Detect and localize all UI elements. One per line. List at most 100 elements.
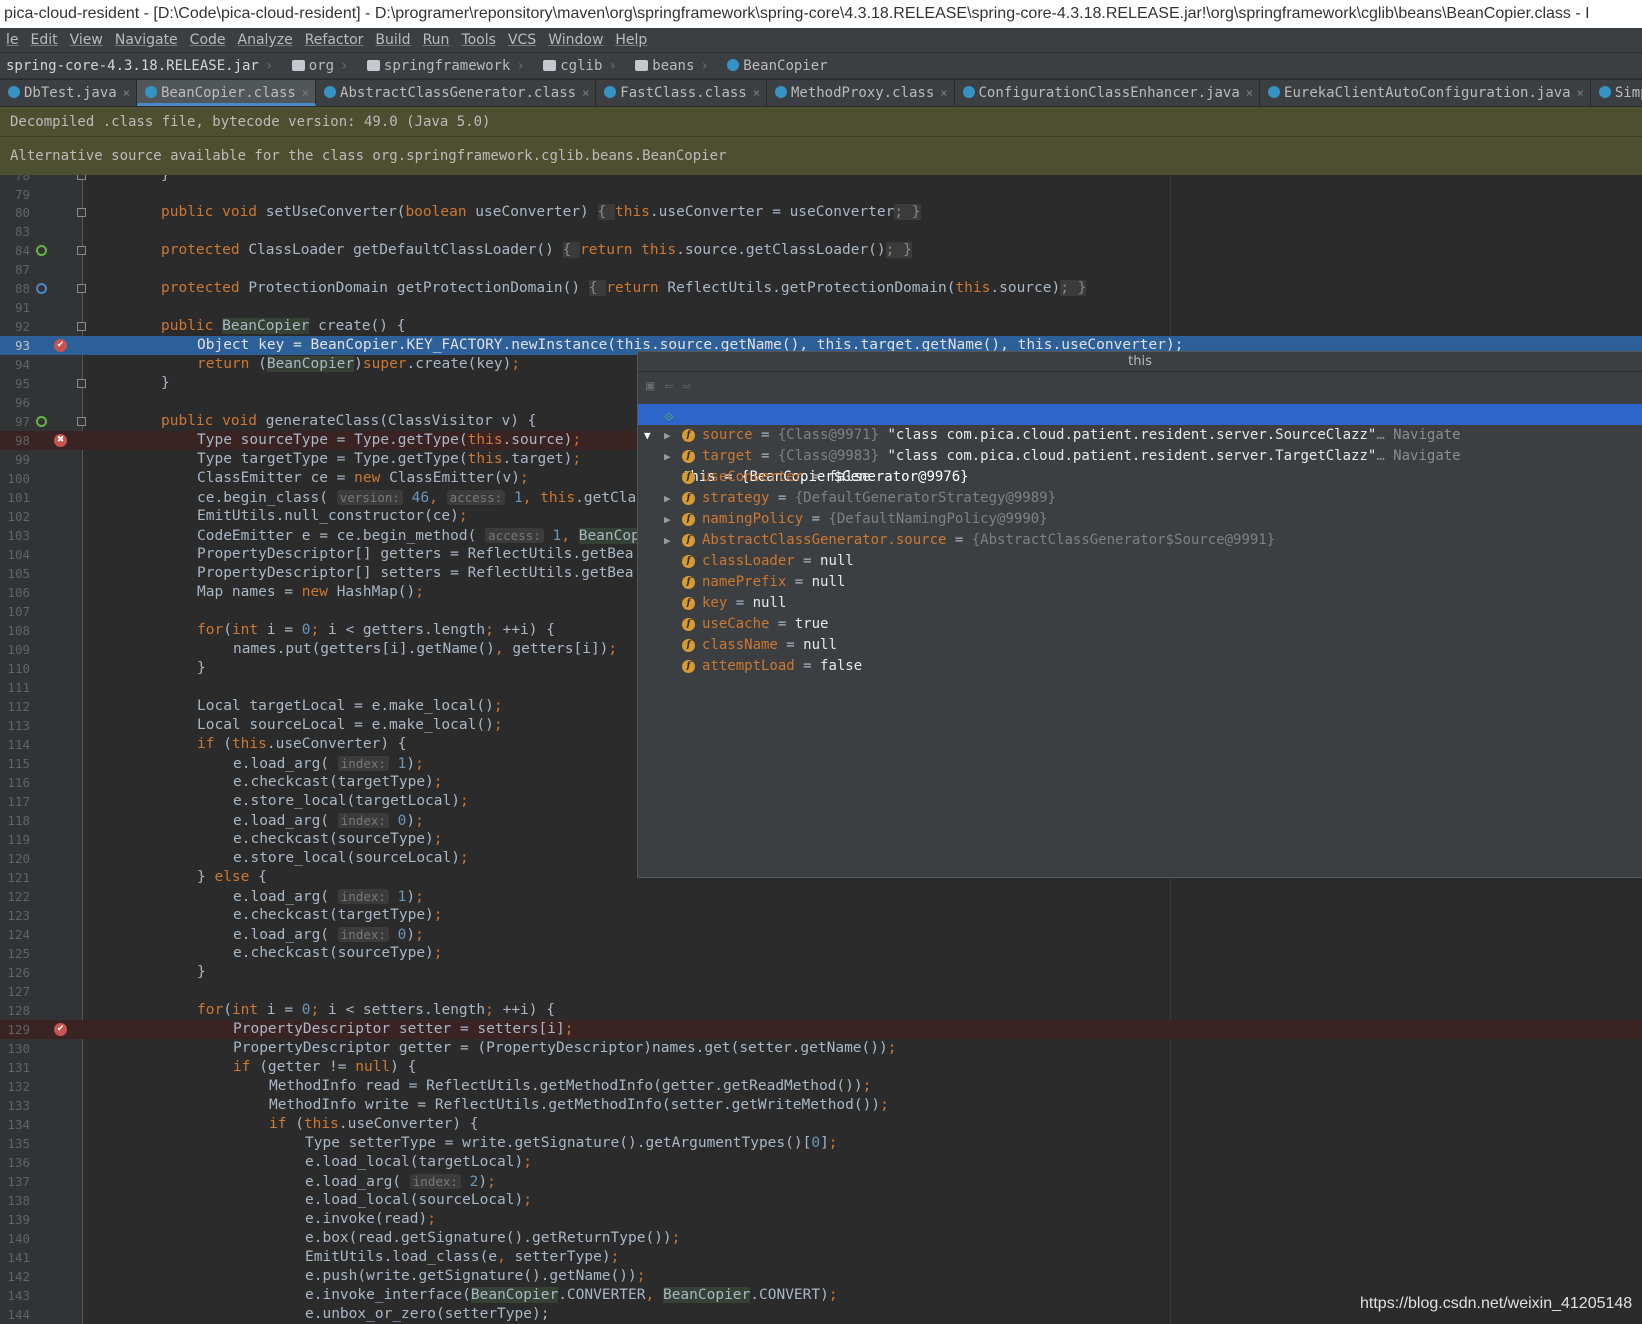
- line-number: 103: [7, 528, 30, 543]
- fold-icon[interactable]: [77, 379, 86, 388]
- override-icon[interactable]: [36, 245, 47, 256]
- tab-methodproxy[interactable]: MethodProxy.class ×: [767, 80, 955, 106]
- breakpoint-icon[interactable]: ✔: [54, 339, 67, 352]
- pin-icon[interactable]: ▣: [646, 378, 654, 394]
- expand-arrow-icon[interactable]: ▶: [664, 488, 676, 509]
- popup-toolbar: ▣ ⇦ ⇨: [638, 372, 1642, 400]
- tab-beancopier[interactable]: BeanCopier.class ×: [136, 80, 317, 106]
- navigate-link[interactable]: … Navigate: [1376, 448, 1460, 464]
- tab-dbtest[interactable]: DbTest.java ×: [0, 80, 137, 106]
- breakpoint-icon[interactable]: ✔: [54, 1023, 67, 1036]
- tree-row-field[interactable]: f classLoader = null: [638, 551, 1642, 572]
- menu-vcs[interactable]: VCS: [502, 28, 542, 52]
- tree-row-field[interactable]: ▶ f strategy = {DefaultGeneratorStrategy@9…: [638, 488, 1642, 509]
- line-number: 91: [14, 300, 30, 315]
- breadcrumb-beancopier[interactable]: BeanCopier: [721, 53, 831, 79]
- override-icon[interactable]: [36, 283, 47, 294]
- fold-icon[interactable]: [77, 322, 86, 331]
- expand-icon[interactable]: [77, 284, 86, 293]
- tab-simple[interactable]: Simple: [1591, 80, 1642, 106]
- back-icon[interactable]: ⇦: [664, 378, 672, 394]
- line-number: 135: [7, 1136, 30, 1151]
- tab-abstractclassgenerator[interactable]: AbstractClassGenerator.class ×: [316, 80, 597, 106]
- line-number: 112: [7, 699, 30, 714]
- debugger-evaluate-popup[interactable]: this ▣ ⇦ ⇨ ▼ ⟐ this = {BeanCopier$Generato…: [637, 351, 1642, 878]
- line-number: 109: [7, 642, 30, 657]
- tree-row-field[interactable]: ▶ f source = {Class@9971} "class com.pica.…: [638, 425, 1642, 446]
- breadcrumb-jar[interactable]: spring-core-4.3.18.RELEASE.jar ›: [0, 53, 277, 79]
- fold-icon[interactable]: [77, 175, 86, 180]
- line-number: 143: [7, 1288, 30, 1303]
- tree-row-field[interactable]: ▶ f AbstractClassGenerator.source = {Abstr…: [638, 530, 1642, 551]
- tree-row-field[interactable]: ▶ f target = {Class@9983} "class com.pica.…: [638, 446, 1642, 467]
- close-icon[interactable]: ×: [582, 86, 589, 100]
- code-line: 140 e.box(read.getSignature().getReturnTy…: [0, 1229, 1642, 1248]
- expand-icon[interactable]: [77, 208, 86, 217]
- breadcrumb-springframework[interactable]: springframework ›: [361, 53, 529, 79]
- close-icon[interactable]: ×: [753, 86, 760, 100]
- field-name: useConverter: [702, 469, 804, 485]
- fold-icon[interactable]: [77, 417, 86, 426]
- tree-row-field[interactable]: ▶ f namingPolicy = {DefaultNamingPolicy@99…: [638, 509, 1642, 530]
- class-icon: [1268, 86, 1281, 98]
- tree-row-field[interactable]: f namePrefix = null: [638, 572, 1642, 593]
- parameter-hint: index:: [337, 813, 389, 828]
- close-icon[interactable]: ×: [302, 86, 309, 100]
- menu-analyze[interactable]: Analyze: [232, 28, 299, 52]
- parameter-hint: version:: [336, 490, 403, 505]
- code-line: 126}: [0, 963, 1642, 982]
- close-icon[interactable]: ×: [1577, 86, 1584, 100]
- line-number: 78: [14, 175, 30, 183]
- field-name: classLoader: [702, 553, 795, 569]
- expand-icon[interactable]: [77, 246, 86, 255]
- line-number: 110: [7, 661, 30, 676]
- menu-code[interactable]: Code: [184, 28, 232, 52]
- close-icon[interactable]: ×: [123, 86, 130, 100]
- menu-refactor[interactable]: Refactor: [299, 28, 370, 52]
- expand-arrow-icon[interactable]: ▶: [664, 446, 676, 467]
- tree-row-field[interactable]: f useCache = true: [638, 614, 1642, 635]
- field-icon: f: [682, 618, 695, 631]
- breadcrumb-beans[interactable]: beans ›: [629, 53, 713, 79]
- field-ref: {AbstractClassGenerator$Source@9991}: [971, 532, 1276, 548]
- field-name: source: [702, 427, 753, 443]
- navigate-link[interactable]: … Navigate: [1376, 427, 1460, 443]
- override-icon[interactable]: [36, 416, 47, 427]
- menu-tools[interactable]: Tools: [455, 28, 502, 52]
- menu-window[interactable]: Window: [542, 28, 609, 52]
- line-number: 100: [7, 471, 30, 486]
- line-number: 95: [14, 376, 30, 391]
- menu-edit[interactable]: Edit: [25, 28, 64, 52]
- field-name: target: [702, 448, 753, 464]
- tree-row-field[interactable]: f key = null: [638, 593, 1642, 614]
- menu-help[interactable]: Help: [609, 28, 653, 52]
- field-value: null: [752, 595, 787, 611]
- tree-row-field[interactable]: f attemptLoad = false: [638, 656, 1642, 677]
- menu-run[interactable]: Run: [417, 28, 456, 52]
- menu-navigate[interactable]: Navigate: [109, 28, 184, 52]
- tab-fastclass[interactable]: FastClass.class ×: [596, 80, 767, 106]
- field-icon: f: [682, 429, 695, 442]
- expand-arrow-icon[interactable]: ▶: [664, 425, 676, 446]
- tree-row-field[interactable]: f className = null: [638, 635, 1642, 656]
- tree-row-field[interactable]: f useConverter = false: [638, 467, 1642, 488]
- menu-file[interactable]: le: [0, 28, 25, 52]
- menu-view[interactable]: View: [64, 28, 109, 52]
- close-icon[interactable]: ×: [1246, 86, 1253, 100]
- breadcrumb-org[interactable]: org ›: [286, 53, 353, 79]
- expand-arrow-icon[interactable]: ▶: [664, 530, 676, 551]
- tree-row-this[interactable]: ▼ ⟐ this = {BeanCopier$Generator@9976}: [638, 404, 1642, 485]
- breakpoint-disabled-icon[interactable]: ✖: [54, 434, 67, 447]
- field-value: null: [820, 553, 854, 569]
- parameter-hint: index:: [337, 927, 389, 942]
- field-icon: f: [682, 471, 695, 484]
- expand-arrow-icon[interactable]: ▶: [664, 509, 676, 530]
- tab-configurationclassenhancer[interactable]: ConfigurationClassEnhancer.java ×: [955, 80, 1261, 106]
- close-icon[interactable]: ×: [940, 86, 947, 100]
- menu-build[interactable]: Build: [369, 28, 416, 52]
- field-icon: f: [682, 660, 695, 673]
- breadcrumb-cglib[interactable]: cglib ›: [537, 53, 621, 79]
- tab-eurekaclientautoconfiguration[interactable]: EurekaClientAutoConfiguration.java ×: [1260, 80, 1591, 106]
- code-line: 131 if (getter != null) {: [0, 1058, 1642, 1077]
- forward-icon[interactable]: ⇨: [683, 378, 691, 394]
